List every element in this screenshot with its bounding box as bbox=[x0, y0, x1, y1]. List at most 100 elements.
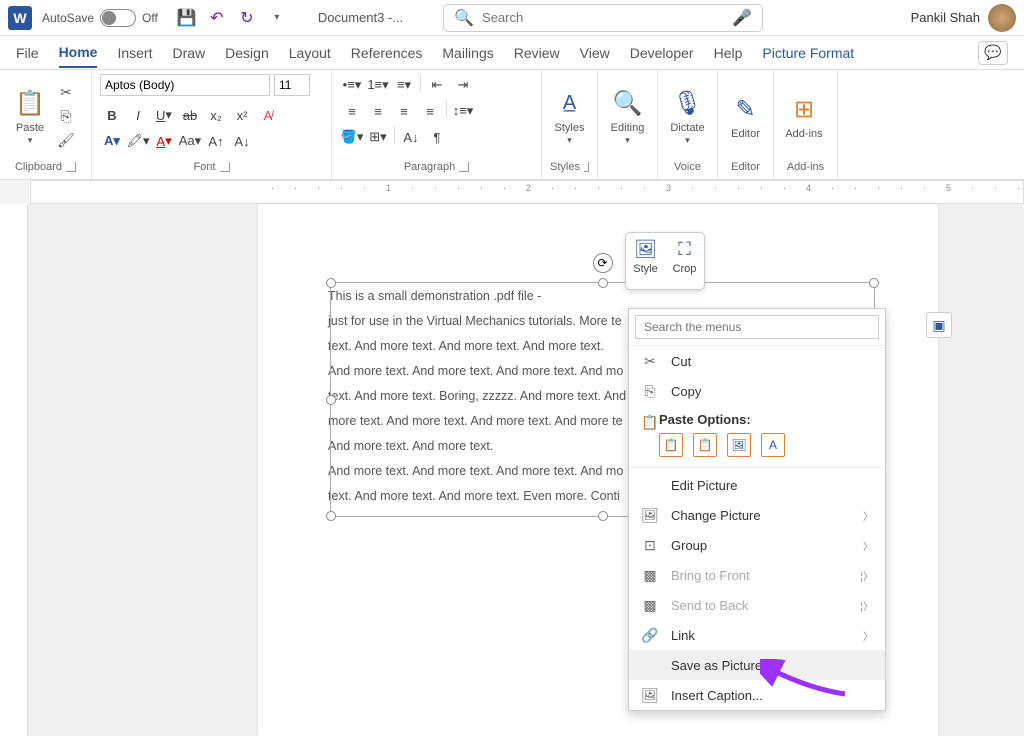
editor-button[interactable]: ✎Editor bbox=[726, 94, 765, 140]
show-marks-icon[interactable]: ¶ bbox=[425, 126, 449, 148]
menu-group[interactable]: ⊡Group〉 bbox=[629, 530, 885, 560]
change-case-icon[interactable]: Aa▾ bbox=[178, 130, 202, 152]
qat-dropdown-icon[interactable]: ▾ bbox=[266, 7, 288, 29]
line-spacing-icon[interactable]: ↕≡▾ bbox=[451, 100, 475, 122]
borders-icon[interactable]: ⊞▾ bbox=[366, 126, 390, 148]
resize-handle-s[interactable] bbox=[598, 511, 608, 521]
copy-icon[interactable]: ⎘ bbox=[56, 107, 76, 127]
align-left-icon[interactable]: ≡ bbox=[340, 100, 364, 122]
tab-insert[interactable]: Insert bbox=[117, 39, 152, 67]
tab-home[interactable]: Home bbox=[59, 38, 98, 68]
dialog-launcher-icon[interactable] bbox=[220, 162, 230, 172]
superscript-icon[interactable]: x² bbox=[230, 104, 254, 126]
title-bar: W AutoSave Off 💾 ↶ ↻ ▾ Document3 -... 🔍 … bbox=[0, 0, 1024, 36]
menu-insert-caption[interactable]: 🖼Insert Caption... bbox=[629, 680, 885, 710]
subscript-icon[interactable]: x₂ bbox=[204, 104, 228, 126]
tab-file[interactable]: File bbox=[16, 39, 39, 67]
paste-text-icon[interactable]: A bbox=[761, 433, 785, 457]
document-area: This is a small demonstration .pdf file … bbox=[0, 204, 1024, 736]
paste-button[interactable]: 📋 Paste▾ bbox=[8, 88, 52, 146]
tab-review[interactable]: Review bbox=[514, 39, 560, 67]
menu-search-input[interactable] bbox=[635, 315, 879, 339]
text-effects-icon[interactable]: A▾ bbox=[100, 130, 124, 152]
addins-button[interactable]: ⊞Add-ins bbox=[782, 94, 826, 140]
search-input[interactable] bbox=[482, 10, 724, 25]
font-size-combo[interactable] bbox=[274, 74, 310, 96]
align-right-icon[interactable]: ≡ bbox=[392, 100, 416, 122]
shading-icon[interactable]: 🪣▾ bbox=[340, 126, 364, 148]
resize-handle-nw[interactable] bbox=[326, 278, 336, 288]
tab-help[interactable]: Help bbox=[714, 39, 743, 67]
tab-design[interactable]: Design bbox=[225, 39, 269, 67]
group-font-label: Font bbox=[193, 161, 215, 173]
dictate-button[interactable]: 🎙Dictate▾ bbox=[666, 88, 709, 146]
dialog-launcher-icon[interactable] bbox=[459, 162, 469, 172]
autosave-state: Off bbox=[142, 11, 158, 25]
tab-layout[interactable]: Layout bbox=[289, 39, 331, 67]
menu-save-as-picture[interactable]: Save as Picture... bbox=[629, 650, 885, 680]
tab-mailings[interactable]: Mailings bbox=[442, 39, 493, 67]
bold-icon[interactable]: B bbox=[100, 104, 124, 126]
crop-button[interactable]: ⛶Crop bbox=[665, 233, 704, 289]
ribbon: 📋 Paste▾ ✂ ⎘ 🖌 Clipboard B I U▾ ab x₂ bbox=[0, 70, 1024, 180]
resize-handle-sw[interactable] bbox=[326, 511, 336, 521]
resize-handle-n[interactable] bbox=[598, 278, 608, 288]
autosave-toggle[interactable]: AutoSave Off bbox=[42, 9, 158, 27]
paste-keep-source-icon[interactable]: 📋 bbox=[659, 433, 683, 457]
sort-icon[interactable]: A↓ bbox=[399, 126, 423, 148]
menu-cut[interactable]: ✂Cut bbox=[629, 346, 885, 376]
layout-options-button[interactable]: ▣ bbox=[926, 312, 952, 338]
numbering-icon[interactable]: 1≡▾ bbox=[366, 74, 390, 96]
save-icon[interactable]: 💾 bbox=[176, 7, 198, 29]
comments-button[interactable]: 💬 bbox=[978, 41, 1008, 65]
grow-font-icon[interactable]: A↑ bbox=[204, 130, 228, 152]
align-center-icon[interactable]: ≡ bbox=[366, 100, 390, 122]
dialog-launcher-icon[interactable] bbox=[66, 162, 76, 172]
increase-indent-icon[interactable]: ⇥ bbox=[451, 74, 475, 96]
menu-edit-picture[interactable]: Edit Picture bbox=[629, 470, 885, 500]
tab-picture-format[interactable]: Picture Format bbox=[762, 39, 854, 67]
horizontal-ruler[interactable]: ·····1·····2·····3·····4·····5·····6····… bbox=[0, 180, 1024, 204]
styles-button[interactable]: A̲Styles▾ bbox=[550, 88, 589, 146]
tab-developer[interactable]: Developer bbox=[630, 39, 694, 67]
decrease-indent-icon[interactable]: ⇤ bbox=[425, 74, 449, 96]
editing-button[interactable]: 🔍Editing▾ bbox=[606, 88, 649, 146]
vertical-ruler[interactable] bbox=[0, 204, 28, 736]
redo-icon[interactable]: ↻ bbox=[236, 7, 258, 29]
underline-icon[interactable]: U▾ bbox=[152, 104, 176, 126]
tab-references[interactable]: References bbox=[351, 39, 423, 67]
cut-icon[interactable]: ✂ bbox=[56, 83, 76, 103]
justify-icon[interactable]: ≡ bbox=[418, 100, 442, 122]
chevron-right-icon: ¦〉 bbox=[860, 568, 873, 583]
toggle-switch-icon[interactable] bbox=[100, 9, 136, 27]
user-account[interactable]: Pankil Shah bbox=[911, 4, 1016, 32]
mic-icon: 🎙 bbox=[672, 88, 704, 120]
shrink-font-icon[interactable]: A↓ bbox=[230, 130, 254, 152]
tab-view[interactable]: View bbox=[580, 39, 610, 67]
paste-picture-icon[interactable]: 🖼 bbox=[727, 433, 751, 457]
highlight-icon[interactable]: 🖍▾ bbox=[126, 130, 150, 152]
font-color-icon[interactable]: A▾ bbox=[152, 130, 176, 152]
menu-change-picture[interactable]: 🖼Change Picture〉 bbox=[629, 500, 885, 530]
clear-formatting-icon[interactable]: A̸ bbox=[256, 104, 280, 126]
menu-copy[interactable]: ⎘Copy bbox=[629, 376, 885, 406]
format-painter-icon[interactable]: 🖌 bbox=[56, 131, 76, 151]
bullets-icon[interactable]: •≡▾ bbox=[340, 74, 364, 96]
picture-style-button[interactable]: 🖼Style bbox=[626, 233, 665, 289]
resize-handle-w[interactable] bbox=[326, 395, 336, 405]
paste-merge-icon[interactable]: 📋 bbox=[693, 433, 717, 457]
multilevel-list-icon[interactable]: ≡▾ bbox=[392, 74, 416, 96]
link-icon: 🔗 bbox=[641, 627, 659, 644]
menu-link[interactable]: 🔗Link〉 bbox=[629, 620, 885, 650]
font-name-combo[interactable] bbox=[100, 74, 270, 96]
search-box[interactable]: 🔍 🎤 bbox=[443, 4, 763, 32]
undo-icon[interactable]: ↶ bbox=[206, 7, 228, 29]
mic-icon[interactable]: 🎤 bbox=[732, 8, 752, 28]
dialog-launcher-icon[interactable] bbox=[584, 162, 589, 172]
document-title[interactable]: Document3 -... bbox=[318, 10, 403, 25]
italic-icon[interactable]: I bbox=[126, 104, 150, 126]
rotate-handle-icon[interactable]: ⟳ bbox=[593, 253, 613, 273]
tab-draw[interactable]: Draw bbox=[172, 39, 205, 67]
strikethrough-icon[interactable]: ab bbox=[178, 104, 202, 126]
resize-handle-ne[interactable] bbox=[869, 278, 879, 288]
